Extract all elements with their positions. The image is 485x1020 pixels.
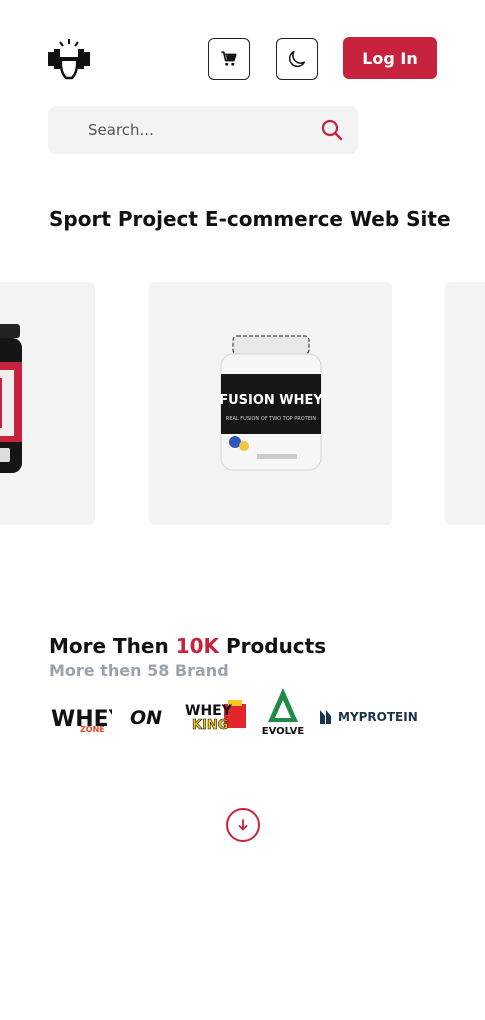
theme-toggle-button[interactable] xyxy=(276,38,318,80)
brand-logo-wheyking[interactable]: WHEY KING xyxy=(184,698,250,734)
brand-text: MYPROTEIN xyxy=(338,710,418,724)
product-carousel[interactable]: FUSION WHEY REAL FUSION OF TWO TOP PROTE… xyxy=(0,282,485,526)
search-input[interactable] xyxy=(88,118,308,142)
product-card-next[interactable] xyxy=(445,282,485,525)
brand-logos: WHEY ZONE ON WHEY KING EVOLVE MYPROTEIN xyxy=(48,686,438,742)
page-title: Sport Project E-commerce Web Site xyxy=(49,207,451,231)
brand-logo-on[interactable]: ON xyxy=(128,704,172,730)
login-button[interactable]: Log In xyxy=(343,37,437,79)
heading-suffix: Products xyxy=(219,634,327,658)
brand-subtext: ZONE xyxy=(80,725,105,734)
heading-accent: 10K xyxy=(175,634,220,658)
scroll-down-button[interactable] xyxy=(226,808,260,842)
product-card-current[interactable]: FUSION WHEY REAL FUSION OF TWO TOP PROTE… xyxy=(149,282,392,525)
products-count-heading: More Then 10K Products xyxy=(49,634,326,658)
brands-count-subheading: More then 58 Brand xyxy=(49,661,229,680)
search-icon[interactable] xyxy=(320,118,344,142)
brand-logo-evolve[interactable]: EVOLVE xyxy=(258,686,308,742)
header: Log In xyxy=(0,0,485,100)
gym-logo-icon[interactable] xyxy=(46,38,92,80)
brand-text: WHEY xyxy=(185,703,233,719)
cart-icon xyxy=(221,51,237,66)
moon-icon xyxy=(288,50,306,68)
product-label: FUSION WHEY xyxy=(219,393,323,408)
brand-subtext: KING xyxy=(192,718,228,733)
search-bar xyxy=(48,106,358,154)
product-jar-image xyxy=(0,324,22,473)
brand-logo-wheyzone[interactable]: WHEY ZONE xyxy=(50,700,112,734)
brand-text: ON xyxy=(130,707,162,729)
product-card-previous[interactable] xyxy=(0,282,95,525)
product-jar-image: FUSION WHEY REAL FUSION OF TWO TOP PROTE… xyxy=(219,335,323,471)
brand-logo-myprotein[interactable]: MYPROTEIN xyxy=(318,702,430,730)
heading-prefix: More Then xyxy=(49,634,176,658)
cart-button[interactable] xyxy=(208,38,250,80)
brand-text: EVOLVE xyxy=(262,726,305,737)
arrow-down-circle-icon xyxy=(238,819,248,831)
product-tag: REAL FUSION OF TWO TOP PROTEIN xyxy=(226,416,317,422)
